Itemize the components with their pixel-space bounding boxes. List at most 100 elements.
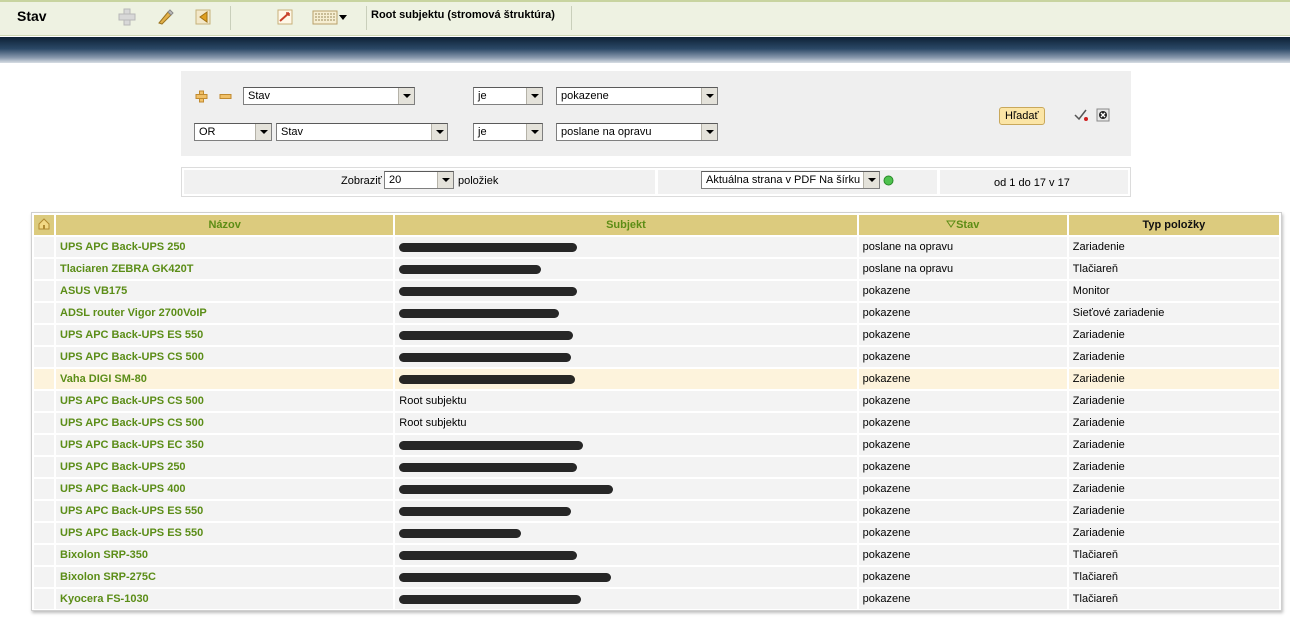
export-go-icon[interactable] [883,175,894,186]
col-header-type[interactable]: Typ položky [1068,215,1279,235]
item-name-link[interactable]: UPS APC Back-UPS 250 [56,457,394,477]
table-row[interactable]: UPS APC Back-UPS 400 pokazene Zariadenie [34,479,1279,499]
item-name-link[interactable]: UPS APC Back-UPS 400 [56,479,394,499]
subject-cell [395,303,857,323]
add-icon[interactable] [117,7,137,27]
chart-icon[interactable] [275,7,295,27]
redacted-subject [399,594,582,604]
col-header-state[interactable]: Stav [858,215,1067,235]
item-name-link[interactable]: ASUS VB175 [56,281,394,301]
state-cell: poslane na opravu [858,237,1067,257]
table-row[interactable]: UPS APC Back-UPS ES 550 pokazene Zariadeni… [34,501,1279,521]
table-row[interactable]: UPS APC Back-UPS EC 350 pokazene Zariadeni… [34,435,1279,455]
clear-filter-icon[interactable] [1096,108,1110,122]
state-cell: poslane na opravu [858,259,1067,279]
state-cell: pokazene [858,325,1067,345]
subject-cell [395,369,857,389]
col-header-state-label: Stav [956,219,980,231]
redacted-subject [399,506,572,516]
table-row[interactable]: UPS APC Back-UPS ES 550 pokazene Zariadeni… [34,325,1279,345]
table-row[interactable]: UPS APC Back-UPS 250 pokazene Zariadenie [34,457,1279,477]
table-row[interactable]: UPS APC Back-UPS CS 500 Root subjektu poka… [34,391,1279,411]
subject-cell [395,567,857,587]
state-cell: pokazene [858,281,1067,301]
table-row[interactable]: UPS APC Back-UPS CS 500 Root subjektu poka… [34,413,1279,433]
page-size-select[interactable]: 20 [384,171,454,189]
filter-field-value: Stav [248,90,271,102]
remove-condition-icon[interactable] [219,90,232,103]
filter-value-text: pokazene [561,90,609,102]
subject-cell [395,281,857,301]
type-cell: Tlačiareň [1068,567,1279,587]
subject-cell [395,479,857,499]
row-select-cell [34,237,55,257]
table-row[interactable]: ADSL router Vigor 2700VoIP pokazene Sieťov… [34,303,1279,323]
row-select-cell [34,523,55,543]
type-cell: Tlačiareň [1068,545,1279,565]
table-row[interactable]: UPS APC Back-UPS CS 500 pokazene Zariadeni… [34,347,1279,367]
item-name-link[interactable]: Tlaciaren ZEBRA GK420T [56,259,394,279]
filter-logic-value: OR [199,126,216,138]
item-name-link[interactable]: Kyocera FS-1030 [56,589,394,609]
table-row[interactable]: Kyocera FS-1030 pokazene Tlačiareň [34,589,1279,609]
table-row[interactable]: Bixolon SRP-350 pokazene Tlačiareň [34,545,1279,565]
results-table: Názov Subjekt Stav Typ položky UPS APC B… [32,213,1281,611]
columns-menu-icon[interactable] [312,7,348,27]
row-select-cell [34,369,55,389]
add-condition-icon[interactable] [195,90,208,103]
state-cell: pokazene [858,479,1067,499]
item-name-link[interactable]: UPS APC Back-UPS ES 550 [56,325,394,345]
item-name-link[interactable]: UPS APC Back-UPS ES 550 [56,523,394,543]
col-header-subject[interactable]: Subjekt [395,215,857,235]
table-row[interactable]: Vaha DIGI SM-80 pokazene Zariadenie [34,369,1279,389]
item-name-link[interactable]: UPS APC Back-UPS 250 [56,237,394,257]
back-icon[interactable] [193,7,213,27]
apply-filter-icon[interactable] [1073,108,1089,122]
item-name-link[interactable]: UPS APC Back-UPS EC 350 [56,435,394,455]
redacted-subject [399,308,560,318]
state-cell: pokazene [858,413,1067,433]
type-cell: Zariadenie [1068,501,1279,521]
item-name-link[interactable]: UPS APC Back-UPS CS 500 [56,413,394,433]
item-name-link[interactable]: UPS APC Back-UPS CS 500 [56,391,394,411]
page-title: Stav [17,8,47,24]
item-name-link[interactable]: Bixolon SRP-350 [56,545,394,565]
filter-value-select-2[interactable]: poslane na opravu [556,123,718,141]
col-header-name[interactable]: Názov [56,215,394,235]
filter-field-select-2[interactable]: Stav [276,123,448,141]
table-row[interactable]: UPS APC Back-UPS ES 550 pokazene Zariadeni… [34,523,1279,543]
state-cell: pokazene [858,567,1067,587]
row-select-cell [34,435,55,455]
item-name-link[interactable]: UPS APC Back-UPS CS 500 [56,347,394,367]
item-name-link[interactable]: UPS APC Back-UPS ES 550 [56,501,394,521]
type-cell: Zariadenie [1068,369,1279,389]
item-name-link[interactable]: ADSL router Vigor 2700VoIP [56,303,394,323]
select-all-header[interactable] [34,215,55,235]
filter-field-select[interactable]: Stav [243,87,415,105]
table-row[interactable]: Tlaciaren ZEBRA GK420T poslane na opravu T… [34,259,1279,279]
search-button[interactable]: Hľadať [999,107,1045,125]
filter-operator-select-2[interactable]: je [473,123,543,141]
subject-cell [395,237,857,257]
export-select[interactable]: Aktuálna strana v PDF Na šírku [701,171,880,189]
edit-icon[interactable] [155,7,175,27]
type-cell: Zariadenie [1068,413,1279,433]
row-select-cell [34,259,55,279]
page-size-label: Zobraziť [341,175,382,187]
table-row[interactable]: UPS APC Back-UPS 250 poslane na opravu Zar… [34,237,1279,257]
item-name-link[interactable]: Vaha DIGI SM-80 [56,369,394,389]
filter-operator-select[interactable]: je [473,87,543,105]
redacted-subject [399,286,578,296]
table-row[interactable]: Bixolon SRP-275C pokazene Tlačiareň [34,567,1279,587]
results-table-container: Názov Subjekt Stav Typ položky UPS APC B… [31,212,1282,611]
filter-value-select[interactable]: pokazene [556,87,718,105]
chevron-down-icon [863,172,879,188]
state-cell: pokazene [858,545,1067,565]
filter-logic-select[interactable]: OR [194,123,272,141]
redacted-subject [399,462,578,472]
chevron-down-icon [526,124,542,140]
table-row[interactable]: ASUS VB175 pokazene Monitor [34,281,1279,301]
filter-panel [181,71,1131,156]
item-name-link[interactable]: Bixolon SRP-275C [56,567,394,587]
redacted-subject [399,550,578,560]
